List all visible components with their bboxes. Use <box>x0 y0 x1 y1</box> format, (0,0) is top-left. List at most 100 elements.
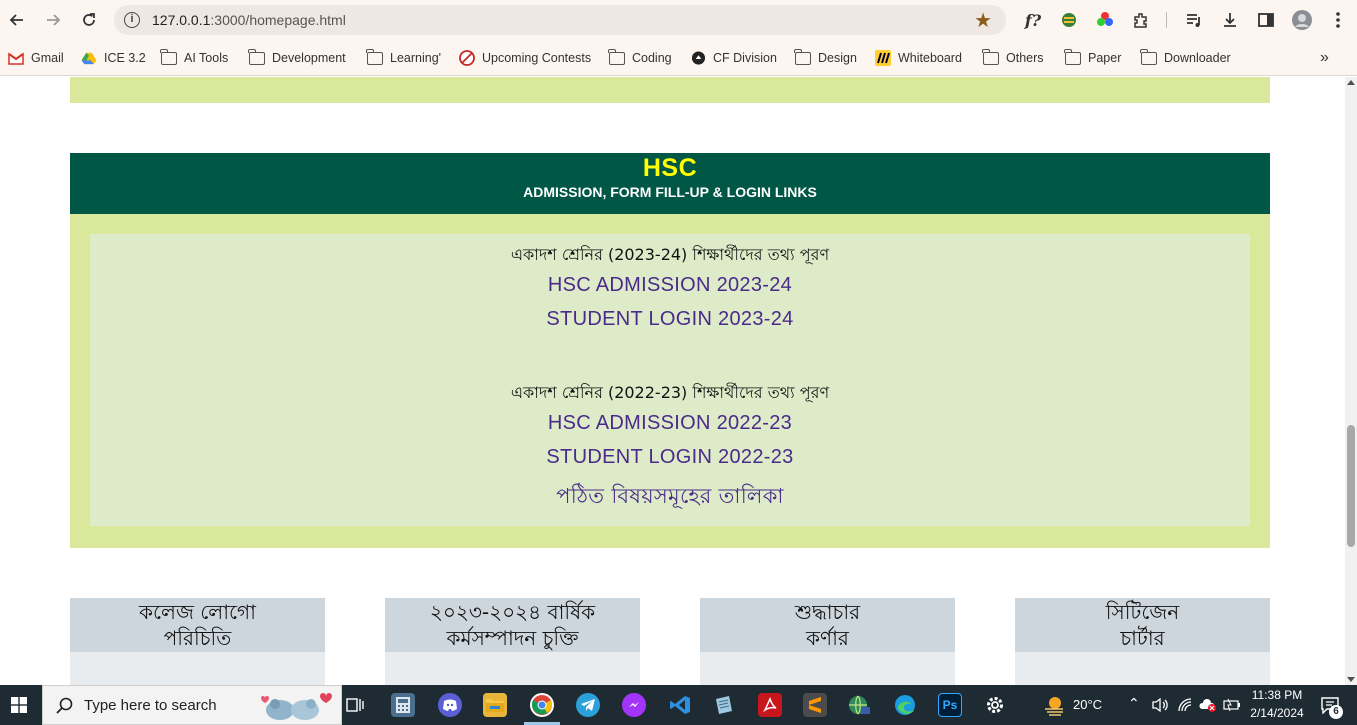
formula-extension-icon[interactable]: f? <box>1022 9 1044 31</box>
search-placeholder: Type here to search <box>84 697 217 714</box>
search-highlight-birds-icon <box>261 693 332 720</box>
bookmark-star-icon[interactable]: ★ <box>974 8 992 33</box>
scroll-down-arrow-icon[interactable] <box>1347 677 1355 682</box>
scrollbar-thumb[interactable] <box>1347 425 1355 547</box>
folder-icon <box>982 48 999 65</box>
bookmark-gmail[interactable]: Gmail <box>8 49 64 67</box>
tray-overflow-chevron-icon[interactable]: ⌃ <box>1128 695 1140 712</box>
side-panel-icon[interactable] <box>1255 9 1277 31</box>
task-view-icon[interactable] <box>343 693 367 717</box>
link-hsc-admission-2023: HSC ADMISSION 2023-24 <box>90 274 1250 297</box>
card-heading-line2: কর্ণার <box>806 626 849 650</box>
subject-list-link[interactable]: পঠিত বিষয়সমূহের তালিকা <box>556 484 784 508</box>
clock-date[interactable]: 2/14/2024 <box>1245 706 1309 720</box>
more-bookmarks-chevron-icon[interactable]: » <box>1320 49 1329 67</box>
network-globe-icon[interactable] <box>847 693 871 717</box>
bookmark-coding[interactable]: Coding <box>608 48 672 67</box>
bookmark-downloader[interactable]: Downloader <box>1140 48 1231 67</box>
windows-start-icon[interactable] <box>11 697 27 718</box>
bookmark-design[interactable]: Design <box>794 48 857 67</box>
label-class-eleven-2022: একাদশ শ্রেনির (2022-23) শিক্ষার্থীদের তথ… <box>510 383 830 402</box>
edge-icon[interactable] <box>893 693 917 717</box>
address-bar[interactable]: i 127.0.0.1:3000/homepage.html ★ <box>114 5 1006 35</box>
cf-icon <box>691 51 706 65</box>
clock-time[interactable]: 11:38 PM <box>1247 688 1307 702</box>
weather-temperature[interactable]: 20°C <box>1073 697 1102 712</box>
back-button[interactable] <box>5 8 29 32</box>
media-queue-icon[interactable] <box>1183 9 1205 31</box>
color-picker-extension-icon[interactable] <box>1094 9 1116 31</box>
notes-app-icon[interactable] <box>712 693 736 717</box>
extensions-puzzle-icon[interactable] <box>1130 9 1152 31</box>
menu-kebab-icon[interactable] <box>1327 9 1349 31</box>
card-integrity-corner[interactable]: শুদ্ধাচার কর্ণার <box>700 598 955 685</box>
bookmark-others[interactable]: Others <box>982 48 1044 67</box>
acrobat-icon[interactable] <box>758 693 782 717</box>
hsc-admission-2022-link[interactable]: HSC ADMISSION 2022-23 <box>548 412 792 434</box>
card-citizen-charter[interactable]: সিটিজেন চার্টার <box>1015 598 1270 685</box>
previous-section-footer <box>70 77 1270 103</box>
reload-button[interactable] <box>77 8 101 32</box>
cloud-sync-error-icon[interactable] <box>1199 697 1217 718</box>
bookmark-learning[interactable]: Learning' <box>366 48 441 67</box>
telegram-icon[interactable] <box>576 693 600 717</box>
student-login-2023-link[interactable]: STUDENT LOGIN 2023-24 <box>546 308 793 330</box>
page-scrollbar[interactable] <box>1345 77 1357 685</box>
card-heading-line1: শুদ্ধাচার <box>794 600 861 624</box>
messenger-icon[interactable] <box>622 693 646 717</box>
url-text[interactable]: 127.0.0.1:3000/homepage.html <box>152 12 346 28</box>
drive-icon <box>81 52 97 64</box>
folder-icon <box>1140 48 1157 65</box>
toolbar-divider <box>1166 12 1167 28</box>
link-student-login-2023: STUDENT LOGIN 2023-24 <box>90 308 1250 331</box>
globe-extension-icon[interactable] <box>1058 9 1080 31</box>
bookmark-cf-division[interactable]: CF Division <box>691 49 777 67</box>
bookmark-label: CF Division <box>713 51 777 65</box>
back-arrow-icon <box>9 14 23 26</box>
file-explorer-icon[interactable] <box>483 693 507 717</box>
bookmark-whiteboard[interactable]: Whiteboard <box>875 49 962 67</box>
card-annual-performance[interactable]: ২০২৩-২০২৪ বার্ষিক কর্মসম্পাদন চুক্তি <box>385 598 640 685</box>
bookmark-label: Development <box>272 51 346 65</box>
taskbar-search-box[interactable]: Type here to search <box>42 685 342 725</box>
battery-icon[interactable] <box>1223 698 1241 717</box>
link-hsc-admission-2022: HSC ADMISSION 2022-23 <box>90 412 1250 435</box>
reload-icon <box>83 13 95 26</box>
bookmark-paper[interactable]: Paper <box>1064 48 1121 67</box>
student-login-2022-link[interactable]: STUDENT LOGIN 2022-23 <box>546 446 793 468</box>
forward-button[interactable] <box>41 8 65 32</box>
bookmark-ai-tools[interactable]: AI Tools <box>160 48 228 67</box>
taskbar: Type here to search Ps 20°C ⌃ 11:38 PM 2… <box>0 685 1357 725</box>
card-heading: কলেজ লোগো পরিচিতি <box>70 598 325 652</box>
hsc-links-panel: একাদশ শ্রেনির (2023-24) শিক্ষার্থীদের তথ… <box>90 234 1250 526</box>
calculator-icon[interactable] <box>391 693 415 717</box>
gmail-icon <box>8 52 24 65</box>
download-icon[interactable] <box>1219 9 1241 31</box>
discord-icon[interactable] <box>438 693 462 717</box>
profile-avatar[interactable] <box>1291 9 1313 31</box>
bookmark-development[interactable]: Development <box>248 48 346 67</box>
vscode-icon[interactable] <box>668 693 692 717</box>
forward-arrow-icon <box>47 14 61 26</box>
network-wifi-icon[interactable] <box>1177 697 1195 718</box>
site-info-icon[interactable]: i <box>124 12 140 28</box>
hsc-title: HSC <box>642 154 698 182</box>
bookmarks-bar: Gmail ICE 3.2 AI Tools Development Learn… <box>0 40 1357 76</box>
card-heading-line2: কর্মসম্পাদন চুক্তি <box>446 626 579 650</box>
photoshop-icon[interactable]: Ps <box>938 693 962 717</box>
hsc-links-section: একাদশ শ্রেনির (2023-24) শিক্ষার্থীদের তথ… <box>70 214 1270 548</box>
card-heading-line1: সিটিজেন <box>1105 600 1180 624</box>
chrome-icon[interactable] <box>530 693 554 717</box>
bookmark-ice[interactable]: ICE 3.2 <box>81 49 146 67</box>
url-path: :3000/homepage.html <box>210 12 346 28</box>
card-heading: সিটিজেন চার্টার <box>1015 598 1270 652</box>
weather-icon[interactable] <box>1043 693 1067 722</box>
card-college-logo[interactable]: কলেজ লোগো পরিচিতি <box>70 598 325 685</box>
scroll-up-arrow-icon[interactable] <box>1347 80 1355 85</box>
sublime-text-icon[interactable] <box>803 693 827 717</box>
bookmark-upcoming-contests[interactable]: Upcoming Contests <box>459 49 591 67</box>
volume-icon[interactable] <box>1151 697 1169 718</box>
hsc-admission-2023-link[interactable]: HSC ADMISSION 2023-24 <box>548 274 792 296</box>
settings-gear-icon[interactable] <box>983 693 1007 717</box>
bookmark-label: Downloader <box>1164 51 1231 65</box>
